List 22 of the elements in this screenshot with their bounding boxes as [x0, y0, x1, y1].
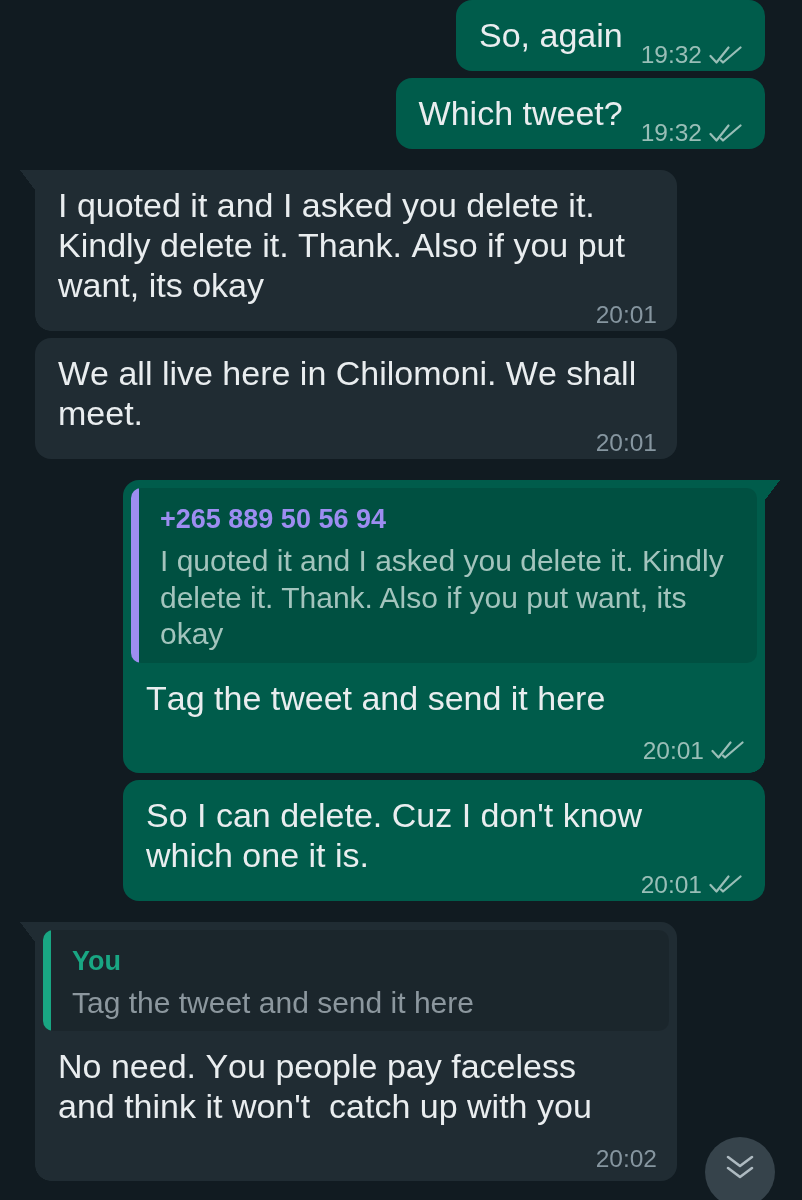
- message-time: 19:32: [640, 45, 702, 65]
- double-chevron-down-icon: [726, 1155, 754, 1179]
- message-text: So, again: [479, 15, 623, 55]
- message-time: 20:01: [595, 433, 657, 453]
- quote-text: Tag the tweet and send it here: [72, 984, 474, 1021]
- quoted-message[interactable]: +265 889 50 56 94 I quoted it and I asked you delete it. Kindly delete it. Thank. Also if you put want, its okay: [131, 488, 757, 663]
- message-text: Tag the tweet and send it here: [146, 677, 606, 718]
- scroll-down-button[interactable]: [705, 1137, 775, 1200]
- message-text: Which tweet?: [418, 93, 623, 133]
- quote-author: You: [72, 944, 122, 977]
- message-text: No need. You people pay faceless and think it won't catch up with you: [58, 1046, 593, 1126]
- message-time: 20:01: [642, 740, 704, 761]
- message-time: 20:01: [640, 874, 702, 895]
- message-time: 20:01: [595, 305, 657, 325]
- message-text: We all live here in Chilomoni. We shall meet.: [58, 353, 638, 433]
- message-text: I quoted it and I asked you delete it. Kindly delete it. Thank. Also if you put want, its okay: [58, 185, 626, 305]
- quoted-message[interactable]: You Tag the tweet and send it here: [43, 929, 669, 1031]
- quote-author: +265 889 50 56 94: [160, 503, 387, 535]
- message-time: 19:32: [640, 123, 702, 143]
- message-text: So I can delete. Cuz I don't know which one it is.: [146, 794, 643, 875]
- message-time: 20:02: [595, 1149, 657, 1169]
- quote-text: I quoted it and I asked you delete it. Kindly delete it. Thank. Also if you put want, its okay: [160, 543, 725, 652]
